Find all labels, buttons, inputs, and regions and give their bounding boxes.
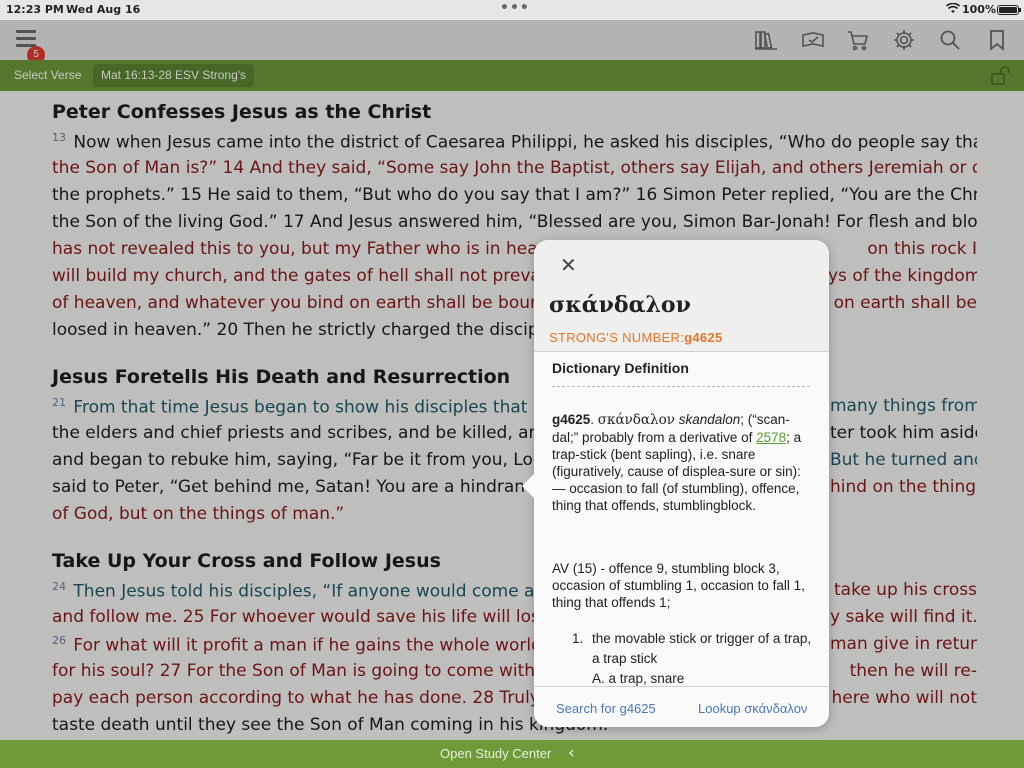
av-usage-text: AV (15) - offence 9, stumbling block 3, …: [552, 561, 805, 610]
battery-percent: 100%: [962, 3, 996, 16]
chevron-left-icon[interactable]: ‹: [568, 743, 575, 763]
dictionary-title: Dictionary Definition: [552, 360, 689, 376]
lookup-word-button[interactable]: Lookup σκάνδαλον: [698, 701, 807, 716]
strongs-link-2578[interactable]: 2578: [756, 430, 786, 445]
definition-text: g4625. σκάνδαλον skandalon; (“scan-dal;”…: [552, 412, 802, 513]
divider: [552, 386, 810, 387]
popover-footer: Search for g4625 Lookup σκάνδαλον: [534, 686, 829, 727]
battery-icon: [997, 5, 1021, 15]
definition-list: 1. the movable stick or trigger of a tra…: [572, 629, 812, 686]
open-study-center-button[interactable]: Open Study Center: [440, 746, 551, 761]
wifi-icon: [945, 2, 961, 17]
strongs-popover: ✕ σκάνδαλον STRONG'S NUMBER:g4625 Dictio…: [534, 240, 829, 727]
status-time: 12:23 PM: [6, 3, 64, 16]
close-icon[interactable]: ✕: [560, 253, 577, 277]
modal-backdrop[interactable]: [0, 20, 1024, 740]
strongs-number: STRONG'S NUMBER:g4625: [549, 330, 723, 345]
greek-lemma: σκάνδαλον: [549, 292, 691, 318]
popover-header: ✕ σκάνδαλον STRONG'S NUMBER:g4625: [534, 240, 829, 352]
list-item: A. a trap, snare: [592, 671, 685, 686]
status-date: Wed Aug 16: [66, 3, 141, 16]
search-strongs-button[interactable]: Search for g4625: [556, 701, 656, 716]
study-center-bar[interactable]: Open Study Center ‹: [0, 740, 1024, 768]
list-item: the movable stick or trigger of a trap, …: [592, 631, 812, 666]
popover-body[interactable]: Dictionary Definition g4625. σκάνδαλον s…: [534, 353, 829, 686]
status-bar: 12:23 PM Wed Aug 16 ••• 100%: [0, 0, 1024, 20]
popover-arrow: [522, 474, 534, 498]
multitask-dots-icon[interactable]: •••: [500, 0, 530, 16]
